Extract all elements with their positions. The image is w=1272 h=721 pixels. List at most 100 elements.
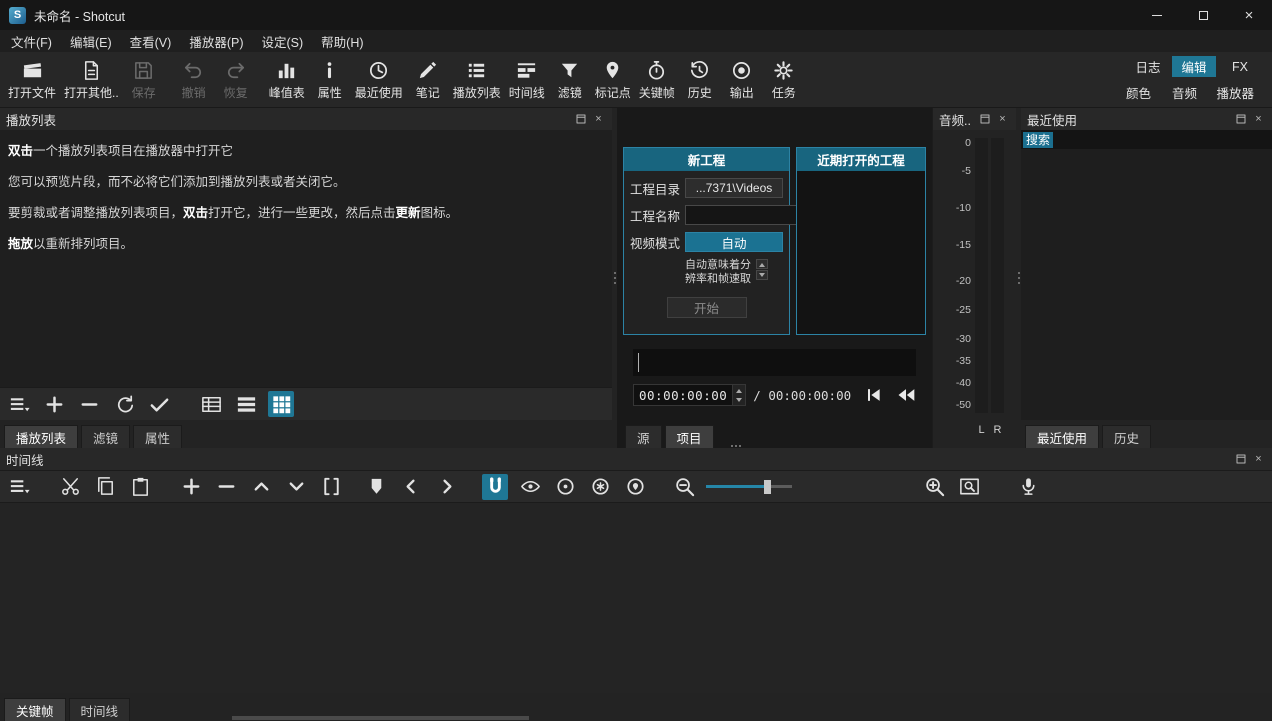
start-button[interactable]: 开始 bbox=[667, 297, 747, 318]
maximize-button[interactable] bbox=[1180, 0, 1226, 30]
zoom-fit-button[interactable] bbox=[956, 474, 982, 500]
tab-project[interactable]: 项目 bbox=[665, 425, 714, 448]
tab-properties[interactable]: 属性 bbox=[133, 425, 182, 448]
timeline-menu-button[interactable] bbox=[6, 474, 32, 500]
markers-button[interactable]: 标记点 bbox=[591, 57, 635, 103]
marker-button[interactable] bbox=[363, 474, 389, 500]
snap-toggle-button[interactable] bbox=[482, 474, 508, 500]
peak-meter-button[interactable]: 峰值表 bbox=[265, 57, 309, 103]
tab-timeline[interactable]: 时间线 bbox=[69, 698, 131, 721]
timeline-tracks-area[interactable] bbox=[0, 503, 1272, 693]
tab-history[interactable]: 历史 bbox=[1102, 425, 1151, 448]
main-area: 播放列表 × 双击一个播放列表项目在播放器中打开它 您可以预览片段，而不必将它们… bbox=[0, 108, 1272, 448]
scroll-down-button[interactable] bbox=[756, 270, 768, 280]
timeline-scrollbar-thumb[interactable] bbox=[232, 716, 529, 720]
seek-bar[interactable] bbox=[633, 349, 916, 376]
record-audio-button[interactable] bbox=[1015, 474, 1041, 500]
menu-file[interactable]: 文件(F) bbox=[2, 29, 61, 54]
checkmark-icon bbox=[148, 393, 171, 416]
tab-playlist[interactable]: 播放列表 bbox=[4, 425, 78, 448]
recent-float-button[interactable] bbox=[1233, 112, 1248, 127]
ripple-all-tracks-button[interactable] bbox=[587, 474, 613, 500]
jobs-button[interactable]: 任务 bbox=[763, 57, 805, 103]
time-up-button[interactable] bbox=[733, 385, 745, 395]
close-button[interactable]: × bbox=[1226, 0, 1272, 30]
tab-source[interactable]: 源 bbox=[625, 425, 662, 448]
properties-button[interactable]: 属性 bbox=[309, 57, 351, 103]
save-button[interactable]: 保存 bbox=[123, 57, 165, 103]
video-mode-button[interactable]: 自动 bbox=[685, 232, 783, 252]
output-button[interactable]: 输出 bbox=[721, 57, 763, 103]
split-button[interactable] bbox=[318, 474, 344, 500]
tab-recent[interactable]: 最近使用 bbox=[1025, 425, 1099, 448]
overwrite-button[interactable] bbox=[283, 474, 309, 500]
tab-filters[interactable]: 滤镜 bbox=[81, 425, 130, 448]
open-file-button[interactable]: 打开文件 bbox=[4, 57, 60, 103]
zoom-out-button[interactable] bbox=[671, 474, 697, 500]
recent-projects-list[interactable] bbox=[797, 171, 925, 334]
playlist-close-button[interactable]: × bbox=[591, 112, 606, 127]
ripple-delete-button[interactable] bbox=[213, 474, 239, 500]
recent-button[interactable]: 最近使用 bbox=[351, 57, 407, 103]
layout-editing-button[interactable]: 编辑 bbox=[1172, 56, 1216, 77]
timeline-close-button[interactable]: × bbox=[1251, 452, 1266, 467]
splitter-grip[interactable] bbox=[731, 445, 741, 447]
playlist-float-button[interactable] bbox=[573, 112, 588, 127]
menu-edit[interactable]: 编辑(E) bbox=[61, 29, 121, 54]
layout-player-button[interactable]: 播放器 bbox=[1208, 82, 1262, 103]
view-icons-button[interactable] bbox=[268, 391, 294, 417]
playlist-button[interactable]: 播放列表 bbox=[449, 57, 505, 103]
playlist-menu-button[interactable] bbox=[6, 391, 32, 417]
playlist-apply-button[interactable] bbox=[146, 391, 172, 417]
recent-file-list[interactable] bbox=[1021, 149, 1272, 420]
skip-to-start-button[interactable] bbox=[858, 383, 888, 407]
audio-float-button[interactable] bbox=[977, 112, 992, 127]
recent-close-button[interactable]: × bbox=[1251, 112, 1266, 127]
playlist-update-button[interactable] bbox=[111, 391, 137, 417]
minimize-button[interactable] bbox=[1134, 0, 1180, 30]
rewind-button[interactable] bbox=[891, 383, 921, 407]
slider-handle[interactable] bbox=[764, 480, 771, 494]
lift-button[interactable] bbox=[248, 474, 274, 500]
timeline-float-button[interactable] bbox=[1233, 452, 1248, 467]
tab-keyframes[interactable]: 关键帧 bbox=[4, 698, 66, 721]
menu-help[interactable]: 帮助(H) bbox=[312, 29, 372, 54]
search-input[interactable]: 搜索 bbox=[1021, 130, 1272, 149]
scroll-up-button[interactable] bbox=[756, 259, 768, 269]
view-details-button[interactable] bbox=[198, 391, 224, 417]
time-down-button[interactable] bbox=[733, 395, 745, 405]
ripple-toggle-button[interactable] bbox=[552, 474, 578, 500]
open-other-button[interactable]: 打开其他.. bbox=[60, 57, 123, 103]
menu-view[interactable]: 查看(V) bbox=[121, 29, 181, 54]
current-time-field[interactable]: 00:00:00:00 bbox=[633, 384, 746, 406]
cut-button[interactable] bbox=[57, 474, 83, 500]
playlist-add-button[interactable] bbox=[41, 391, 67, 417]
paste-button[interactable] bbox=[127, 474, 153, 500]
playhead-cursor[interactable] bbox=[638, 353, 639, 372]
layout-logs-button[interactable]: 日志 bbox=[1126, 56, 1170, 77]
project-folder-button[interactable]: ...7371\Videos bbox=[685, 178, 783, 198]
timeline-button[interactable]: 时间线 bbox=[505, 57, 549, 103]
append-button[interactable] bbox=[178, 474, 204, 500]
scrub-while-dragging-button[interactable] bbox=[517, 474, 543, 500]
view-tiles-button[interactable] bbox=[233, 391, 259, 417]
filters-button[interactable]: 滤镜 bbox=[549, 57, 591, 103]
playlist-remove-button[interactable] bbox=[76, 391, 102, 417]
history-button[interactable]: 历史 bbox=[679, 57, 721, 103]
zoom-slider[interactable] bbox=[706, 474, 792, 500]
next-marker-button[interactable] bbox=[433, 474, 459, 500]
ripple-markers-button[interactable] bbox=[622, 474, 648, 500]
redo-button[interactable]: 恢复 bbox=[215, 57, 257, 103]
previous-marker-button[interactable] bbox=[398, 474, 424, 500]
keyframes-button[interactable]: 关键帧 bbox=[635, 57, 679, 103]
layout-fx-button[interactable]: FX bbox=[1218, 56, 1262, 77]
layout-color-button[interactable]: 颜色 bbox=[1116, 82, 1160, 103]
zoom-in-button[interactable] bbox=[921, 474, 947, 500]
copy-button[interactable] bbox=[92, 474, 118, 500]
layout-audio-button[interactable]: 音频 bbox=[1162, 82, 1206, 103]
notes-button[interactable]: 笔记 bbox=[407, 57, 449, 103]
menu-player[interactable]: 播放器(P) bbox=[180, 29, 252, 54]
audio-close-button[interactable]: × bbox=[995, 112, 1010, 127]
undo-button[interactable]: 撤销 bbox=[173, 57, 215, 103]
menu-settings[interactable]: 设定(S) bbox=[252, 29, 312, 54]
